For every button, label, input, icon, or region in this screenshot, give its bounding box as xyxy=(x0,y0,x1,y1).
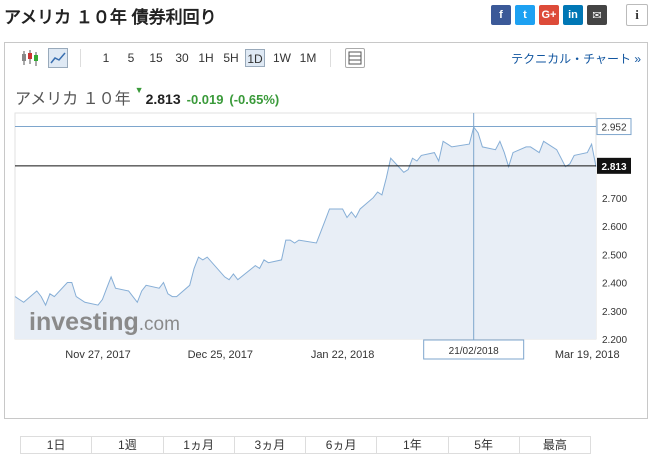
yield-chart[interactable]: investing.com2.2002.3002.4002.5002.6002.… xyxy=(0,0,654,424)
y-tick-label: 2.500 xyxy=(602,250,627,261)
timeframe-button[interactable]: 1年 xyxy=(377,437,449,453)
watermark-suffix: .com xyxy=(139,314,180,335)
timeframe-button[interactable]: 6ヵ月 xyxy=(306,437,378,453)
x-tick-label: Mar 19, 2018 xyxy=(555,349,620,361)
timeframe-button[interactable]: 3ヵ月 xyxy=(235,437,306,453)
x-tick-label: Jan 22, 2018 xyxy=(311,349,375,361)
x-tick-label: Dec 25, 2017 xyxy=(188,349,253,361)
crosshair-date-label: 21/02/2018 xyxy=(449,346,499,357)
last-price-label: 2.813 xyxy=(601,162,626,173)
timeframe-bar: 1日 1週 1ヵ月 3ヵ月 6ヵ月 1年 5年 最高 xyxy=(20,436,591,454)
timeframe-button[interactable]: 1日 xyxy=(21,437,93,453)
x-tick-label: Nov 27, 2017 xyxy=(65,349,130,361)
y-tick-label: 2.700 xyxy=(602,194,627,205)
timeframe-button[interactable]: 1週 xyxy=(92,437,164,453)
y-tick-label: 2.400 xyxy=(602,279,627,290)
y-tick-label: 2.600 xyxy=(602,222,627,233)
timeframe-button[interactable]: 1ヵ月 xyxy=(164,437,235,453)
timeframe-button[interactable]: 最高 xyxy=(520,437,590,453)
timeframe-button[interactable]: 5年 xyxy=(449,437,520,453)
y-tick-label: 2.200 xyxy=(602,335,627,346)
crosshair-value-label: 2.952 xyxy=(601,123,626,134)
y-tick-label: 2.300 xyxy=(602,307,627,318)
